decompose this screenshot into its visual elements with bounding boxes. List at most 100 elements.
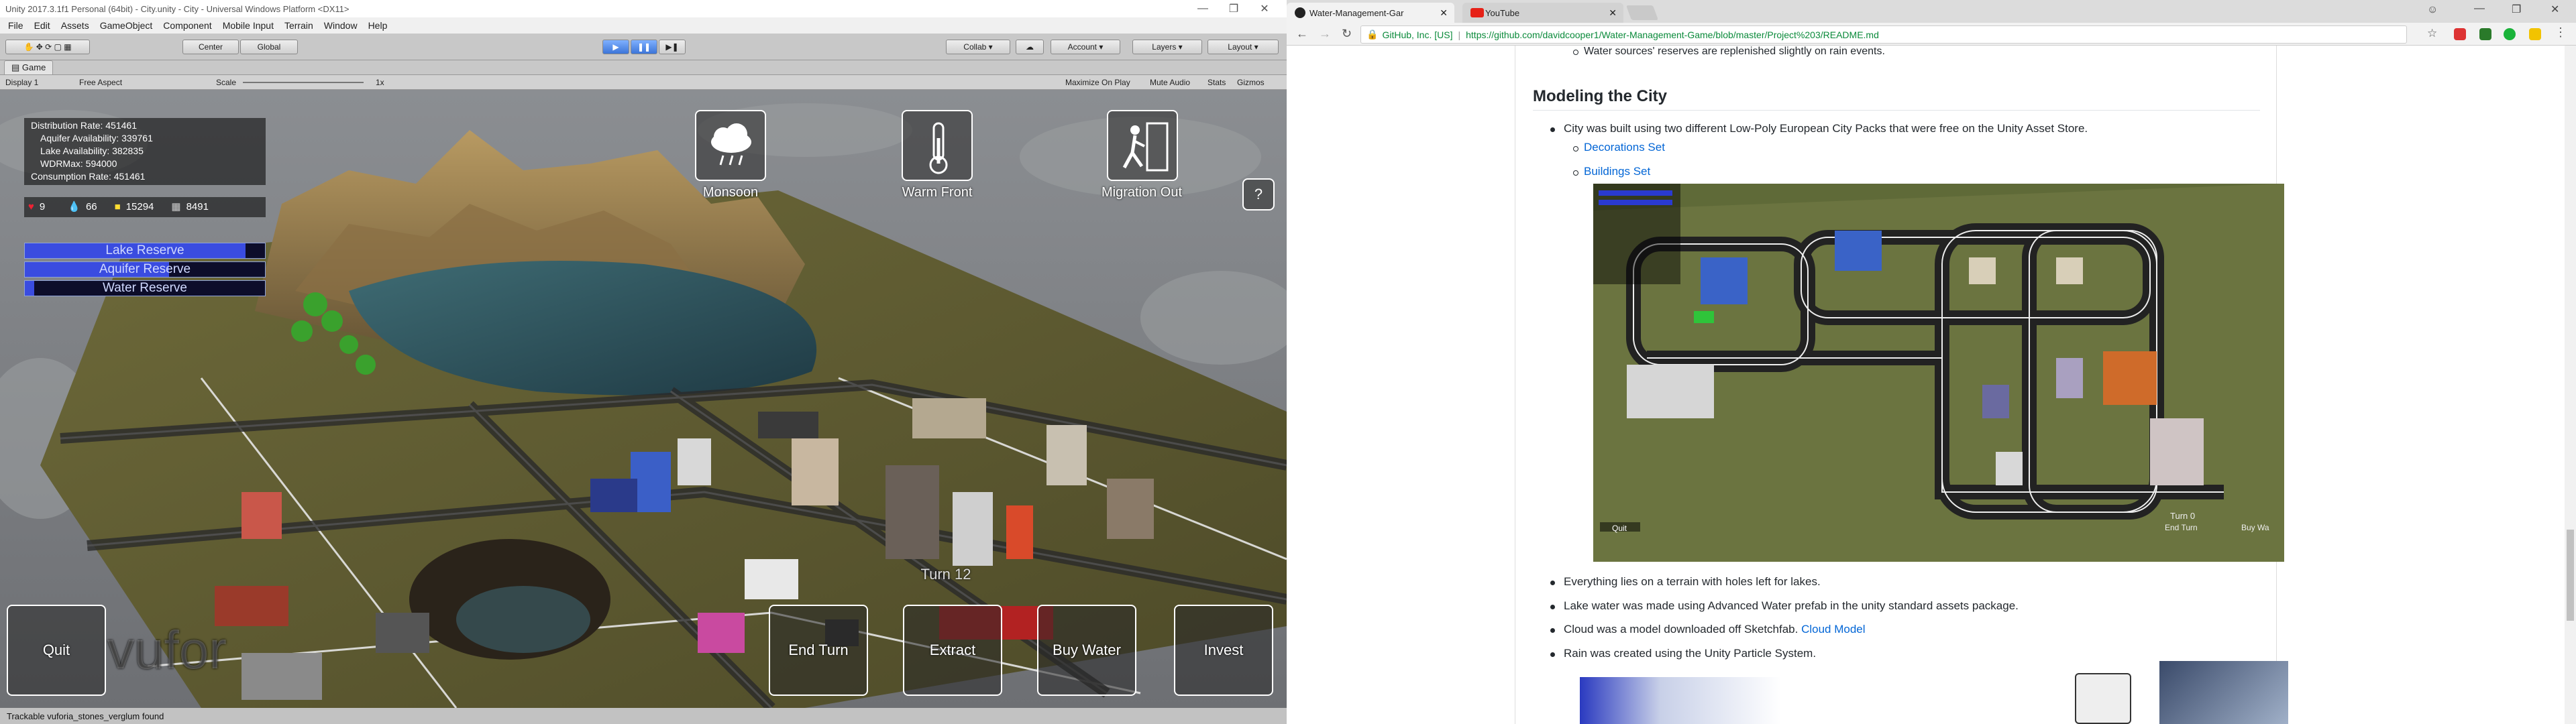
stats-toggle[interactable]: Stats: [1208, 78, 1226, 87]
section-heading: Modeling the City: [1533, 87, 1667, 105]
profile-icon[interactable]: ☺: [2427, 4, 2438, 16]
pause-button[interactable]: ❚❚: [631, 40, 657, 54]
tab-game-label: Game: [21, 62, 46, 72]
menu-item[interactable]: Terrain: [279, 20, 319, 31]
pivot-global-button[interactable]: Global: [240, 40, 298, 54]
layers-button[interactable]: Layers ▾: [1132, 40, 1202, 54]
bookmark-star-icon[interactable]: ☆: [2427, 27, 2437, 40]
event-label-monsoon: Monsoon: [702, 185, 759, 200]
menu-item[interactable]: File: [3, 20, 29, 31]
gizmos-dropdown[interactable]: Gizmos: [1237, 78, 1265, 87]
shot-turn-label: Turn 0: [2170, 511, 2196, 521]
reserve-bar: Aquifer Reserve: [24, 261, 266, 278]
event-card-monsoon[interactable]: [695, 110, 766, 181]
step-button[interactable]: ▶❚: [659, 40, 686, 54]
water-count: 66: [85, 201, 97, 213]
adblock-icon[interactable]: [2454, 28, 2466, 40]
money-icon: ■: [114, 201, 121, 213]
reload-icon[interactable]: ↻: [1342, 27, 1352, 41]
exit-icon: [2075, 673, 2131, 724]
menu-item[interactable]: Window: [319, 20, 363, 31]
readme-article: Water sources' reserves are replenished …: [1515, 46, 2288, 724]
extension-icon[interactable]: [2479, 28, 2491, 40]
layers-label: Layers: [1152, 42, 1177, 52]
page-scrollbar[interactable]: [2565, 46, 2576, 724]
building-icon: ▦: [171, 201, 181, 213]
tab-game[interactable]: ▤ Game: [4, 60, 54, 74]
water-drop-icon: 💧: [68, 201, 80, 213]
menu-icon[interactable]: ⋮: [2555, 25, 2567, 40]
forward-icon[interactable]: →: [1319, 27, 1331, 41]
cloud-rain-icon: [711, 123, 751, 166]
end-turn-button[interactable]: End Turn: [769, 605, 868, 696]
menu-item[interactable]: Help: [363, 20, 393, 31]
menu-item[interactable]: Component: [158, 20, 217, 31]
maximize-on-play-toggle[interactable]: Maximize On Play: [1065, 78, 1130, 87]
menu-item[interactable]: Mobile Input: [217, 20, 279, 31]
scale-value: 1x: [376, 78, 384, 87]
stats-panel: Distribution Rate: 451461 Aquifer Availab…: [24, 118, 266, 185]
cloud-model-link[interactable]: Cloud Model: [1801, 623, 1865, 636]
event-card-migration-out[interactable]: [1107, 110, 1178, 181]
scale-slider[interactable]: [243, 82, 364, 83]
page-content: Water sources' reserves are replenished …: [1287, 46, 2576, 724]
menu-item[interactable]: GameObject: [95, 20, 158, 31]
site-badge: GitHub, Inc. [US]: [1382, 29, 1453, 40]
youtube-icon: [1470, 8, 1484, 17]
layout-button[interactable]: Layout ▾: [1208, 40, 1279, 54]
close-tab-icon[interactable]: ✕: [1609, 7, 1617, 19]
reserve-bar-label: Aquifer Reserve: [99, 262, 191, 276]
account-button[interactable]: Account ▾: [1051, 40, 1120, 54]
pivot-center-label: Center: [198, 42, 223, 52]
close-button[interactable]: ✕: [1249, 0, 1280, 17]
readme-item: Lake water was made using Advanced Water…: [1564, 599, 2019, 612]
close-tab-icon[interactable]: ✕: [1440, 7, 1448, 19]
cloud-icon[interactable]: ☁: [1016, 40, 1044, 54]
event-label-migration-out: Migration Out: [1101, 185, 1183, 200]
help-button[interactable]: ?: [1242, 178, 1275, 210]
tab-github-title: Water-Management-Gar: [1309, 7, 1404, 18]
url-bar[interactable]: 🔒 GitHub, Inc. [US] | https://github.com…: [1360, 25, 2407, 44]
extension-icon[interactable]: [2529, 28, 2541, 40]
event-card-warm-front[interactable]: [902, 110, 973, 181]
readme-item: City was built using two different Low-P…: [1564, 122, 2088, 135]
extract-button[interactable]: Extract: [903, 605, 1002, 696]
close-button[interactable]: ✕: [2551, 3, 2559, 16]
collab-button[interactable]: Collab ▾: [946, 40, 1010, 54]
display-dropdown[interactable]: Display 1: [5, 78, 38, 87]
pivot-center-button[interactable]: Center: [182, 40, 239, 54]
grammarly-icon[interactable]: [2504, 28, 2516, 40]
minimize-button[interactable]: —: [2474, 3, 2485, 15]
reserve-bar: Lake Reserve: [24, 243, 266, 259]
unity-window-title: Unity 2017.3.1f1 Personal (64bit) - City…: [5, 3, 350, 14]
maximize-button[interactable]: ❐: [1218, 0, 1249, 17]
maximize-button[interactable]: ❐: [2512, 3, 2521, 16]
lock-icon: 🔒: [1366, 29, 1379, 40]
scrollbar-thumb[interactable]: [2567, 530, 2574, 621]
chrome-tab-strip: Water-Management-Gar ✕ YouTube ✕ ☺ — ❐ ✕: [1287, 0, 2576, 23]
back-icon[interactable]: ←: [1296, 27, 1308, 41]
game-view[interactable]: Distribution Rate: 451461 Aquifer Availab…: [0, 90, 1287, 708]
tab-youtube-title: YouTube: [1485, 7, 1520, 18]
new-tab-button[interactable]: [1625, 5, 1659, 20]
decorations-set-link[interactable]: Decorations Set: [1584, 141, 1665, 154]
invest-button[interactable]: Invest: [1174, 605, 1273, 696]
tab-github[interactable]: Water-Management-Gar ✕: [1287, 3, 1454, 23]
mute-audio-toggle[interactable]: Mute Audio: [1150, 78, 1190, 87]
quit-button[interactable]: Quit: [7, 605, 106, 696]
play-button[interactable]: ▶: [602, 40, 629, 54]
aspect-dropdown[interactable]: Free Aspect: [79, 78, 122, 87]
menu-item[interactable]: Assets: [56, 20, 95, 31]
other-count: 8491: [186, 201, 209, 213]
money-count: 15294: [125, 201, 154, 213]
thermometer-icon: [929, 122, 948, 174]
unity-status-bar: Trackable vuforia_stones_verglum found: [0, 708, 1287, 724]
buy-water-button[interactable]: Buy Water: [1037, 605, 1136, 696]
minimize-button[interactable]: —: [1187, 0, 1218, 17]
menu-item[interactable]: Edit: [29, 20, 56, 31]
event-label-warm-front: Warm Front: [902, 185, 973, 200]
tab-youtube[interactable]: YouTube ✕: [1462, 3, 1623, 23]
transform-tools[interactable]: ✋ ✥ ⟳ ▢ ▦: [5, 40, 90, 54]
url-text: https://github.com/davidcooper1/Water-Ma…: [1466, 29, 1879, 40]
buildings-set-link[interactable]: Buildings Set: [1584, 165, 1650, 178]
